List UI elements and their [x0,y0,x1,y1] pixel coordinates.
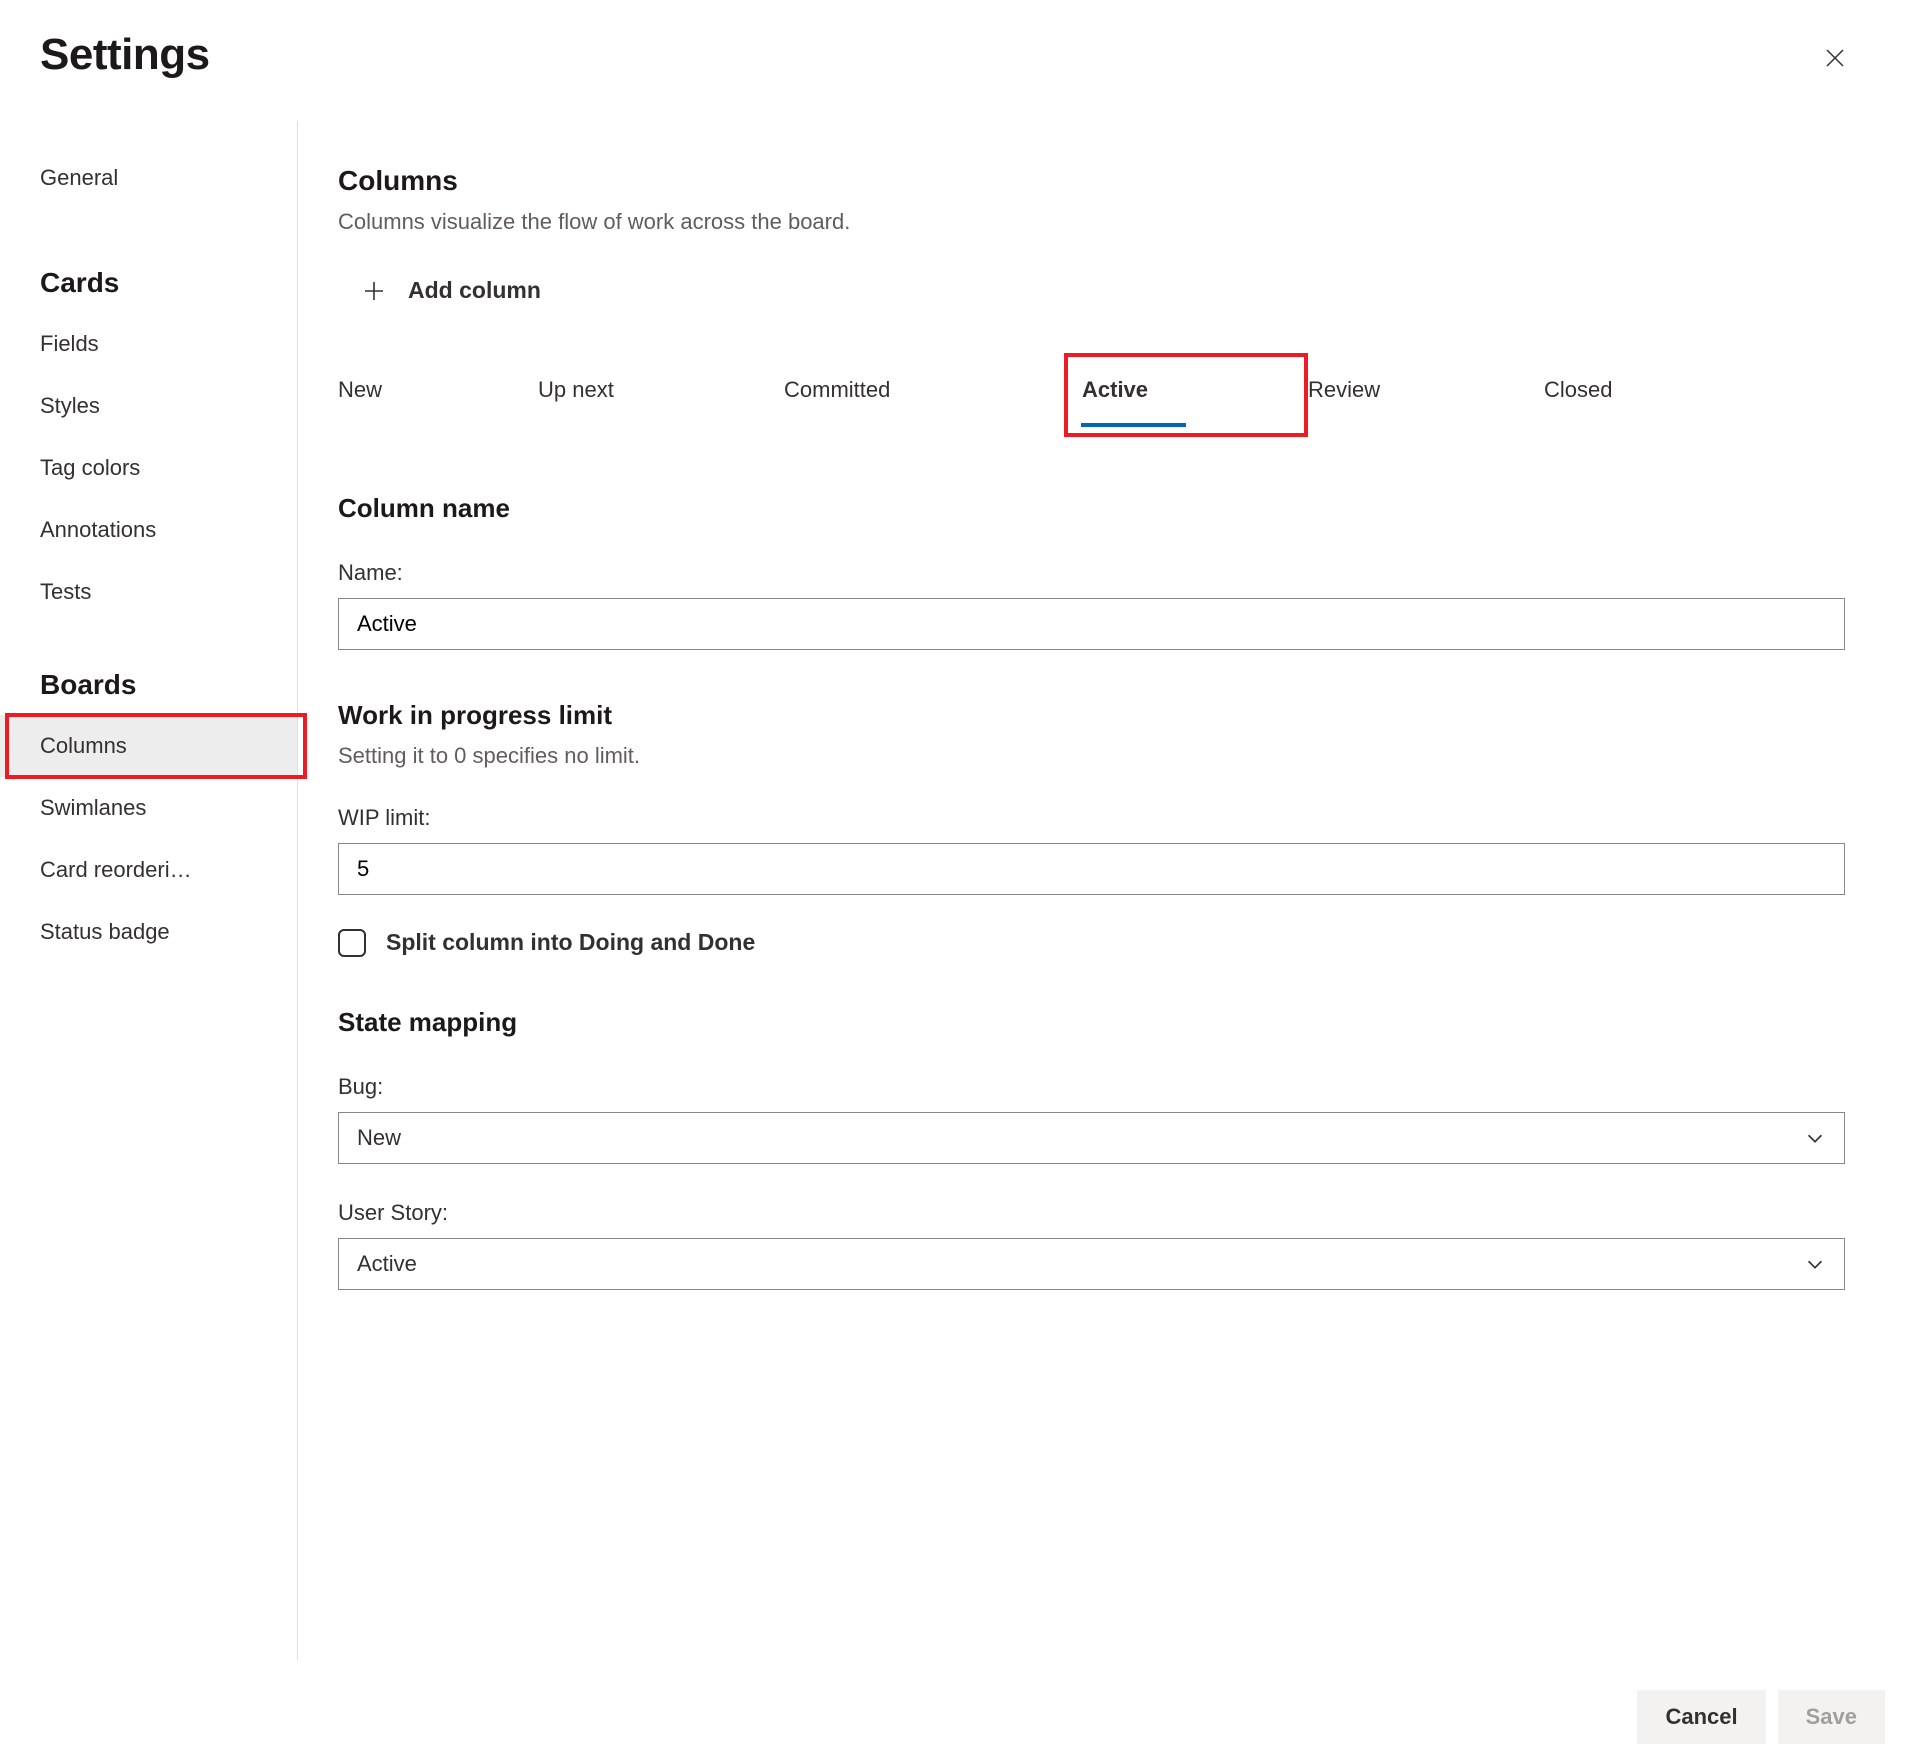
sidebar-item-status-badge[interactable]: Status badge [0,901,297,963]
bug-label: Bug: [338,1074,1845,1100]
tab-new[interactable]: New [338,359,382,421]
name-label: Name: [338,560,1845,586]
wip-subtitle: Setting it to 0 specifies no limit. [338,743,1845,769]
save-button[interactable]: Save [1778,1690,1885,1744]
wip-heading: Work in progress limit [338,700,1845,731]
chevron-down-icon [1804,1253,1826,1275]
sidebar-item-fields[interactable]: Fields [0,313,297,375]
user-story-select-value: Active [357,1251,417,1277]
tab-active[interactable]: Active [1082,377,1148,403]
wip-input[interactable] [338,843,1845,895]
cancel-button[interactable]: Cancel [1637,1690,1765,1744]
tab-committed[interactable]: Committed [784,359,890,421]
state-mapping-heading: State mapping [338,1007,1845,1038]
tab-review[interactable]: Review [1308,359,1380,421]
sidebar-item-tag-colors[interactable]: Tag colors [0,437,297,499]
chevron-down-icon [1804,1127,1826,1149]
wip-label: WIP limit: [338,805,1845,831]
close-icon [1823,46,1847,70]
sidebar-item-tests[interactable]: Tests [0,561,297,623]
column-name-heading: Column name [338,493,1845,524]
add-column-label: Add column [408,277,541,304]
sidebar-group-boards: Boards [0,623,297,715]
close-button[interactable] [1815,38,1855,81]
sidebar-item-columns[interactable]: Columns [0,715,297,777]
name-input[interactable] [338,598,1845,650]
tab-closed[interactable]: Closed [1544,359,1612,421]
sidebar-item-general[interactable]: General [0,147,297,209]
sidebar-item-card-reordering[interactable]: Card reorderi… [0,839,297,901]
sidebar-group-cards: Cards [0,209,297,313]
bug-select-value: New [357,1125,401,1151]
user-story-select[interactable]: Active [338,1238,1845,1290]
user-story-label: User Story: [338,1200,1845,1226]
column-tabs: New Up next Committed Active Review Clos… [338,359,1845,421]
plus-icon [362,279,386,303]
add-column-button[interactable]: Add column [362,277,541,304]
sidebar-item-swimlanes[interactable]: Swimlanes [0,777,297,839]
section-subtitle: Columns visualize the flow of work acros… [338,209,1845,235]
split-column-label: Split column into Doing and Done [386,929,755,956]
settings-sidebar: General Cards Fields Styles Tag colors A… [0,121,298,1660]
bug-select[interactable]: New [338,1112,1845,1164]
sidebar-item-annotations[interactable]: Annotations [0,499,297,561]
section-heading-columns: Columns [338,165,1845,197]
split-column-checkbox[interactable] [338,929,366,957]
sidebar-item-styles[interactable]: Styles [0,375,297,437]
tab-up-next[interactable]: Up next [538,359,614,421]
dialog-title: Settings [40,30,210,80]
